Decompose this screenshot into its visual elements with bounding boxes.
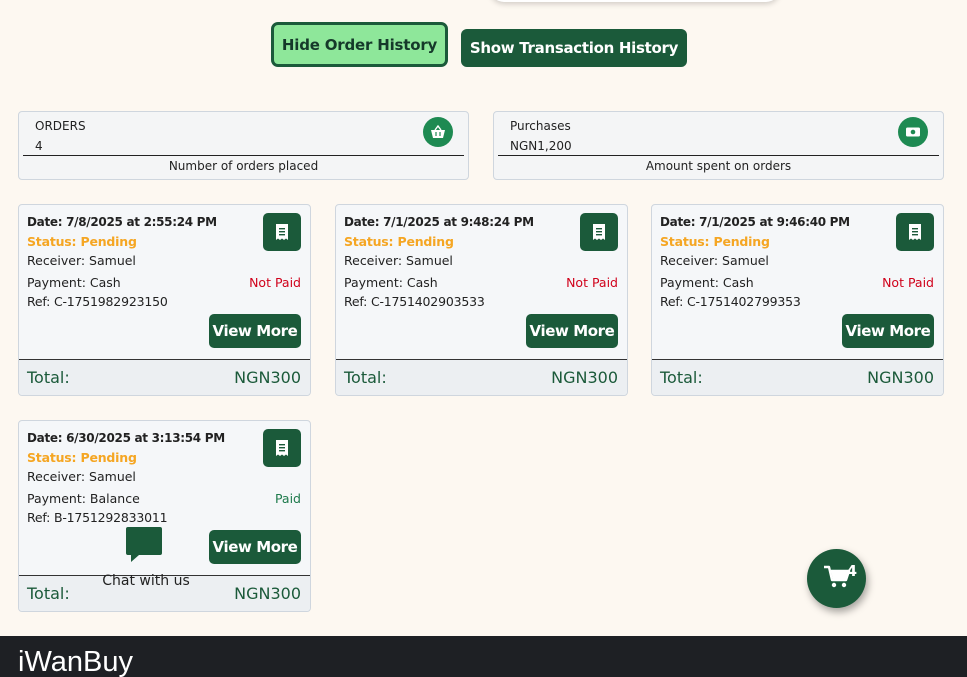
- order-date: Date: 7/8/2025 at 2:55:24 PM: [27, 215, 217, 229]
- receipt-icon[interactable]: [263, 429, 301, 467]
- order-total-row: Total: NGN300: [652, 359, 943, 395]
- order-payment: Payment: Cash: [27, 275, 121, 290]
- total-label: Total:: [660, 368, 703, 387]
- order-ref: Ref: C-1751402799353: [660, 294, 801, 309]
- chat-label: Chat with us: [102, 573, 190, 589]
- order-ref: Ref: C-1751982923150: [27, 294, 168, 309]
- chat-bubble-icon[interactable]: [125, 526, 163, 568]
- orders-summary-card: ORDERS 4 Number of orders placed: [18, 111, 469, 180]
- order-receiver: Receiver: Samuel: [27, 469, 136, 484]
- receipt-icon[interactable]: [580, 213, 618, 251]
- order-receiver: Receiver: Samuel: [27, 253, 136, 268]
- total-value: NGN300: [551, 368, 618, 387]
- receipt-icon[interactable]: [896, 213, 934, 251]
- purchases-summary-card: Purchases NGN1,200 Amount spent on order…: [493, 111, 944, 180]
- view-more-button[interactable]: View More: [526, 314, 618, 348]
- chat-widget[interactable]: Chat with us: [98, 526, 194, 590]
- order-total-row: Total: NGN300: [336, 359, 627, 395]
- purchases-summary-label: Purchases: [510, 119, 571, 133]
- purchases-summary-caption: Amount spent on orders: [645, 159, 792, 173]
- total-label: Total:: [344, 368, 387, 387]
- total-label: Total:: [27, 584, 70, 603]
- divider: [23, 155, 464, 156]
- top-search-pill: [490, 0, 780, 2]
- orders-summary-value: 4: [35, 139, 43, 153]
- order-receiver: Receiver: Samuel: [344, 253, 453, 268]
- show-transaction-history-button[interactable]: Show Transaction History: [461, 29, 687, 67]
- order-ref: Ref: B-1751292833011: [27, 510, 168, 525]
- payment-status-badge: Not Paid: [249, 275, 301, 290]
- total-value: NGN300: [234, 584, 301, 603]
- order-date: Date: 7/1/2025 at 9:48:24 PM: [344, 215, 534, 229]
- order-status: Status: Pending: [344, 234, 454, 249]
- orders-summary-label: ORDERS: [35, 119, 86, 133]
- hide-order-history-button[interactable]: Hide Order History: [271, 22, 448, 67]
- order-card: Date: 7/1/2025 at 9:48:24 PM Status: Pen…: [335, 204, 628, 396]
- order-card: Date: 7/1/2025 at 9:46:40 PM Status: Pen…: [651, 204, 944, 396]
- basket-icon: [423, 117, 453, 147]
- orders-summary-caption: Number of orders placed: [168, 159, 319, 173]
- order-status: Status: Pending: [27, 234, 137, 249]
- order-ref: Ref: C-1751402903533: [344, 294, 485, 309]
- payment-status-badge: Not Paid: [882, 275, 934, 290]
- cart-button[interactable]: 4: [807, 549, 866, 608]
- payment-status-badge: Not Paid: [566, 275, 618, 290]
- order-date: Date: 6/30/2025 at 3:13:54 PM: [27, 431, 225, 445]
- order-date: Date: 7/1/2025 at 9:46:40 PM: [660, 215, 850, 229]
- footer: iWanBuy: [0, 636, 967, 677]
- cart-count-badge: 4: [846, 562, 857, 580]
- total-value: NGN300: [867, 368, 934, 387]
- order-receiver: Receiver: Samuel: [660, 253, 769, 268]
- order-status: Status: Pending: [660, 234, 770, 249]
- order-payment: Payment: Cash: [660, 275, 754, 290]
- order-total-row: Total: NGN300: [19, 359, 310, 395]
- receipt-icon[interactable]: [263, 213, 301, 251]
- footer-brand: iWanBuy: [18, 646, 133, 677]
- payment-status-badge: Paid: [274, 491, 301, 506]
- view-more-button[interactable]: View More: [842, 314, 934, 348]
- order-payment: Payment: Balance: [27, 491, 140, 506]
- total-label: Total:: [27, 368, 70, 387]
- view-more-button[interactable]: View More: [209, 314, 301, 348]
- order-payment: Payment: Cash: [344, 275, 438, 290]
- divider: [498, 155, 939, 156]
- purchases-summary-value: NGN1,200: [510, 139, 572, 153]
- total-value: NGN300: [234, 368, 301, 387]
- money-icon: [898, 117, 928, 147]
- order-card: Date: 7/8/2025 at 2:55:24 PM Status: Pen…: [18, 204, 311, 396]
- order-status: Status: Pending: [27, 450, 137, 465]
- view-more-button[interactable]: View More: [209, 530, 301, 564]
